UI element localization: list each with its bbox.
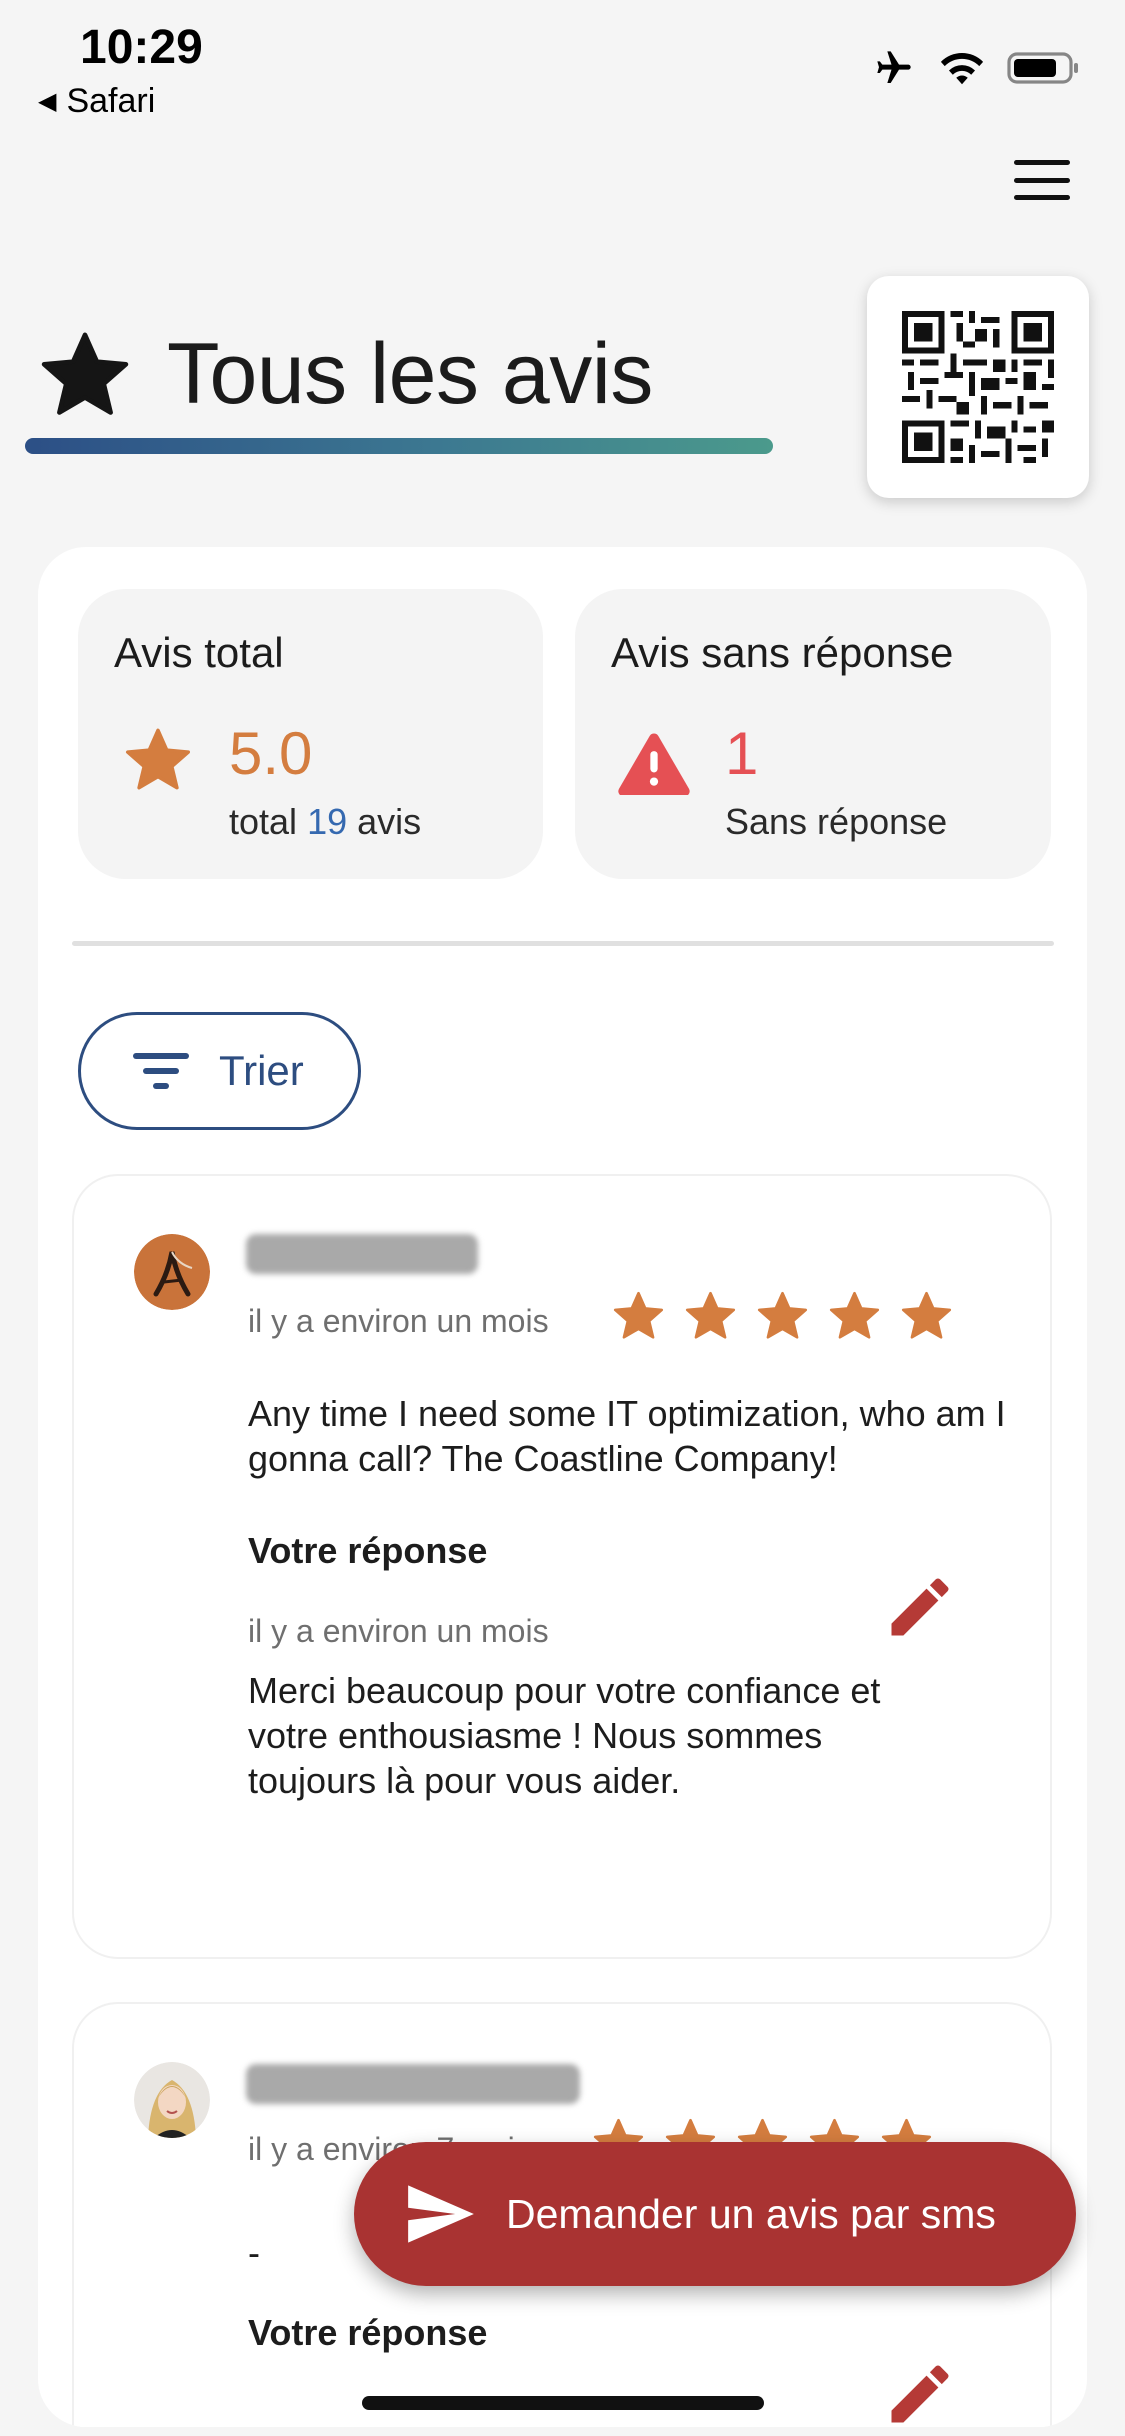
page-header: Tous les avis (25, 325, 773, 454)
status-icons (871, 48, 1081, 88)
rating-stars (612, 1291, 953, 1341)
reviewer-name: █████████ ███ (246, 1234, 478, 1274)
warning-icon (618, 733, 690, 795)
star-icon (901, 1291, 952, 1339)
pencil-icon (891, 2365, 949, 2423)
star-icon (757, 1291, 808, 1339)
avatar (134, 1234, 210, 1310)
response-text: Merci beaucoup pour votre confiance et v… (248, 1670, 881, 1801)
hamburger-icon (1014, 160, 1070, 165)
sort-label: Trier (219, 1047, 304, 1094)
reviewer-name: █████████████ ██████ (246, 2064, 580, 2104)
status-time: 10:29 (80, 21, 203, 74)
response-title: Votre réponse (248, 1530, 488, 1571)
star-icon (125, 728, 191, 790)
avatar (134, 2062, 210, 2138)
qr-code-icon (902, 311, 1054, 463)
star-icon (613, 1291, 664, 1339)
request-review-sms-button[interactable]: Demander un avis par sms (354, 2142, 1076, 2286)
star-icon (829, 1291, 880, 1339)
back-to-safari-link[interactable]: ◀ Safari (38, 82, 155, 121)
sort-button[interactable]: Trier (78, 1012, 361, 1130)
status-bar: 10:29 ◀ Safari (0, 0, 1125, 130)
total-reviews-title: Avis total (114, 629, 284, 676)
review-date: il y a environ un mois (248, 1303, 549, 1339)
qr-code-button[interactable] (867, 276, 1089, 498)
unanswered-sub: Sans réponse (725, 801, 948, 842)
menu-button[interactable] (1014, 160, 1070, 200)
filter-icon (133, 1053, 189, 1089)
pencil-icon (891, 1578, 949, 1636)
battery-icon (1007, 52, 1078, 84)
total-reviews-card: Avis total 5.0 total 19 avis (78, 589, 543, 879)
response-date: il y a environ un mois (248, 1613, 549, 1649)
wifi-icon (940, 53, 984, 85)
total-reviews-count: 19 (307, 801, 348, 842)
unanswered-reviews-card: Avis sans réponse 1 Sans réponse (575, 589, 1051, 879)
response-title: Votre réponse (248, 2312, 488, 2353)
edit-response-button[interactable] (882, 1569, 958, 1650)
back-arrow-icon: ◀ (38, 88, 57, 115)
star-icon (685, 1291, 736, 1339)
total-reviews-sub: total 19 avis (229, 801, 422, 842)
average-rating: 5.0 (229, 720, 313, 787)
review-card: █████████ ███ il y a environ un mois Any… (72, 1174, 1052, 1959)
unanswered-count: 1 (725, 720, 759, 787)
home-indicator (362, 2396, 764, 2410)
edit-response-button[interactable] (882, 2356, 958, 2427)
page-title: Tous les avis (167, 326, 653, 422)
star-icon (41, 332, 129, 415)
back-app-label: Safari (66, 82, 156, 120)
send-icon (408, 2185, 474, 2243)
request-review-sms-label: Demander un avis par sms (506, 2190, 996, 2237)
divider (72, 941, 1054, 946)
airplane-icon (877, 51, 911, 83)
review-text: Any time I need some IT optimization, wh… (248, 1393, 1006, 1479)
title-underline (25, 438, 773, 454)
unanswered-reviews-title: Avis sans réponse (611, 629, 954, 676)
